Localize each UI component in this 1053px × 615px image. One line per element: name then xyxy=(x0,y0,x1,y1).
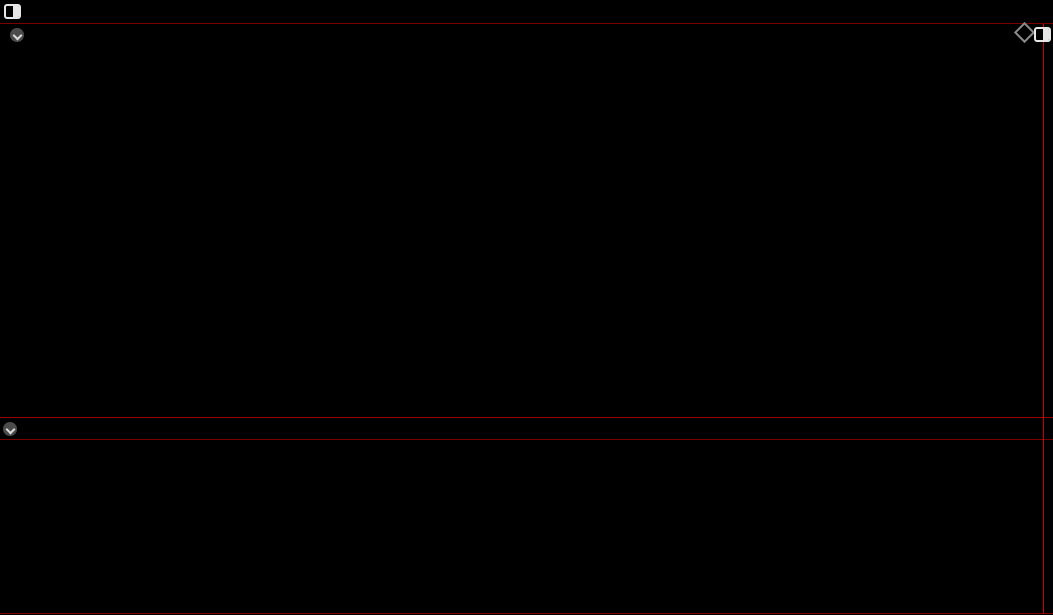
main-candle-chart[interactable] xyxy=(0,24,1053,417)
chevron-down-icon[interactable] xyxy=(3,421,17,436)
volume-panel[interactable] xyxy=(0,440,1053,614)
right-axis-border xyxy=(1043,24,1044,614)
period-toolbar xyxy=(0,0,1053,24)
bottom-border xyxy=(0,613,1053,614)
volume-header xyxy=(0,418,1053,440)
panel-toggle-icon[interactable] xyxy=(1034,27,1051,42)
panel-toggle-icon[interactable] xyxy=(4,4,21,19)
chart-window xyxy=(0,0,1053,615)
